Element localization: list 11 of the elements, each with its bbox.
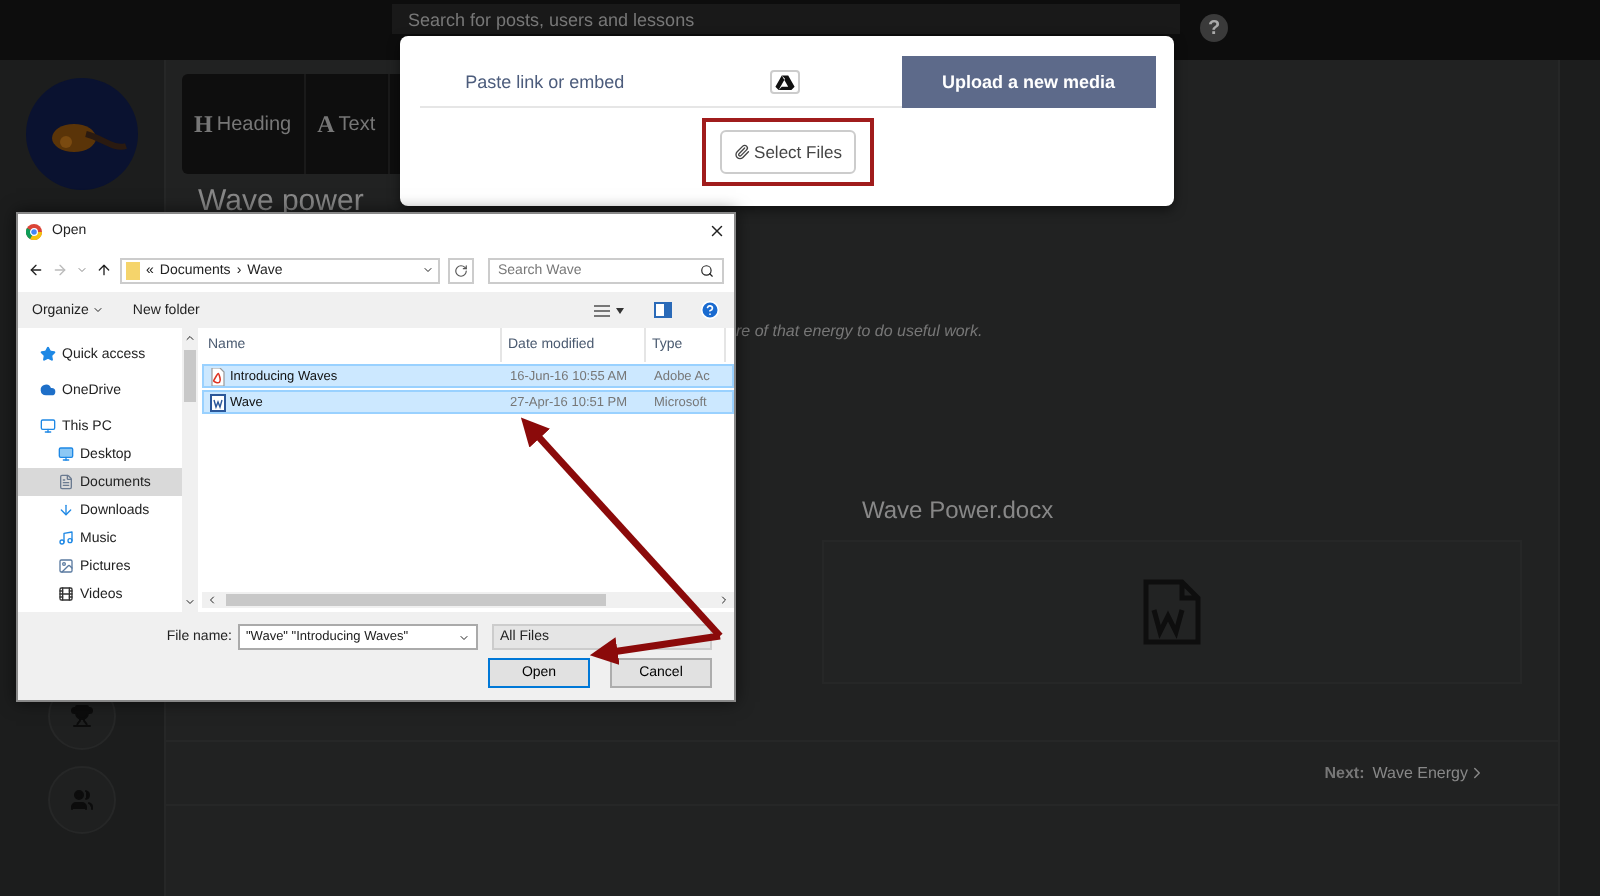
next-label: Next: xyxy=(1324,764,1365,782)
search-field[interactable]: Search for posts, users and lessons xyxy=(392,4,1180,34)
toolbar-button[interactable]: H Heading xyxy=(182,74,306,174)
select-files-button[interactable]: Select Files xyxy=(720,130,856,174)
next-lesson-link[interactable]: Wave Energy xyxy=(1372,764,1486,782)
attachment-name: Wave Power.docx xyxy=(862,496,1056,524)
lesson-text: re of that energy to do useful work. xyxy=(736,322,985,340)
help-button[interactable]: ? xyxy=(1200,14,1228,42)
lesson-title: Wave power xyxy=(198,184,366,218)
toolbar-button[interactable]: A Text xyxy=(305,74,390,174)
media-tab[interactable]: Upload a new media xyxy=(901,56,1156,108)
